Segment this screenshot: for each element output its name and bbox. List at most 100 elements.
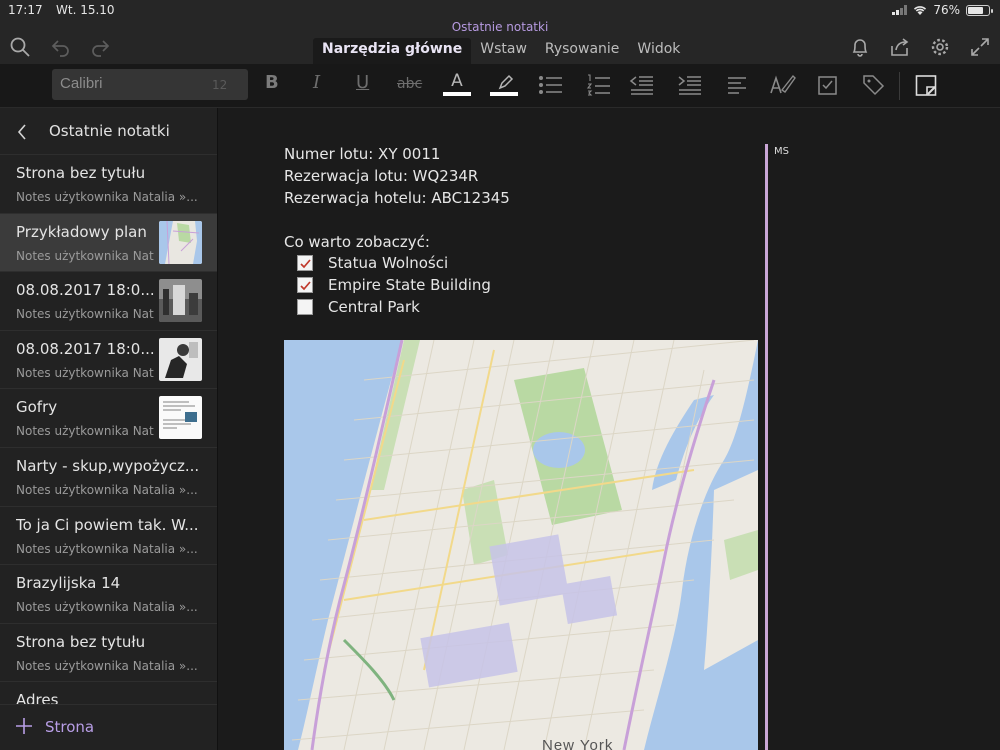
page-list-item[interactable]: 08.08.2017 18:0... Notes użytkownika Nat… [0, 331, 217, 390]
page-thumbnail-photo [159, 337, 202, 381]
todo-label: Central Park [328, 298, 420, 316]
sidebar-header: Ostatnie notatki [0, 108, 217, 155]
map-graphic [284, 340, 758, 750]
todo-item[interactable]: Empire State Building [297, 276, 491, 294]
undo-icon[interactable] [50, 36, 72, 58]
page-title: To ja Ci powiem tak. W... [16, 515, 199, 534]
gear-icon[interactable] [929, 36, 951, 58]
page-list-item[interactable]: Strona bez tytułu Notes użytkownika Nata… [0, 624, 217, 683]
todo-checkbox-checked[interactable] [297, 277, 313, 293]
page-thumbnail-document [159, 396, 202, 440]
todo-label: Empire State Building [328, 276, 491, 294]
page-notebook: Notes użytkownika Natalia »... [16, 541, 198, 556]
author-initials: MS [774, 146, 789, 157]
status-date: Wt. 15.10 [56, 3, 115, 17]
ribbon-tabs: Narzędzia główne Wstaw Rysowanie Widok [313, 38, 689, 64]
page-notebook: Notes użytkownika Natalia »... [16, 190, 198, 204]
battery-fill [968, 6, 984, 14]
tag-icon[interactable] [861, 72, 887, 98]
page-notebook: Notes użytkownika Natalia »... [16, 307, 154, 322]
wifi-icon [914, 5, 927, 15]
page-title: 08.08.2017 18:0... [16, 339, 154, 358]
map-city-label: New York [542, 737, 614, 750]
page-notebook: Notes użytkownika Natalia »... [16, 248, 154, 263]
share-icon[interactable] [889, 36, 911, 58]
pages-sidebar: Ostatnie notatki Strona bez tytułu Notes… [0, 108, 218, 750]
search-icon[interactable] [9, 36, 31, 58]
page-notebook: Notes użytkownika Natalia »... [16, 482, 198, 497]
page-list-item[interactable]: Narty - skup,wypożycz... Notes użytkowni… [0, 448, 217, 507]
todo-label: Statua Wolności [328, 254, 449, 272]
document-title: Ostatnie notatki [451, 20, 549, 34]
add-page-label: Strona [45, 718, 95, 736]
sticky-note-icon[interactable] [915, 72, 937, 98]
battery-icon [966, 4, 993, 16]
highlight-swatch [490, 92, 518, 96]
bold-button[interactable]: B [265, 72, 279, 98]
status-bar: 17:17 Wt. 15.10 76% [0, 0, 1000, 20]
font-color-swatch [443, 92, 471, 96]
outdent-icon[interactable] [629, 72, 655, 98]
highlighter-button[interactable] [490, 72, 518, 98]
font-color-glyph: A [451, 71, 463, 91]
todo-checkbox-unchecked[interactable] [297, 299, 313, 315]
status-right: 76% [892, 3, 993, 17]
page-notebook: Notes użytkownika Natalia »... [16, 658, 198, 673]
todo-checkbox-checked[interactable] [297, 255, 313, 271]
note-canvas[interactable]: Numer lotu: XY 0011 Rezerwacja lotu: WQ2… [219, 108, 1000, 750]
note-text-flight-number[interactable]: Numer lotu: XY 0011 [284, 145, 440, 163]
font-color-button[interactable]: A [443, 72, 471, 98]
italic-button[interactable]: I [313, 72, 320, 98]
status-time: 17:17 [8, 3, 43, 17]
page-list-item[interactable]: 08.08.2017 18:0... Notes użytkownika Nat… [0, 272, 217, 331]
page-notebook: Notes użytkownika Natalia »... [16, 424, 154, 439]
back-chevron-icon[interactable] [16, 123, 28, 141]
todo-item[interactable]: Statua Wolności [297, 254, 448, 272]
todo-checkbox-icon[interactable] [817, 72, 839, 98]
note-text-hotel-booking[interactable]: Rezerwacja hotelu: ABC12345 [284, 189, 510, 207]
page-thumbnail-map [159, 220, 202, 264]
map-image[interactable]: New York [284, 340, 758, 750]
redo-icon[interactable] [89, 36, 111, 58]
todo-item[interactable]: Central Park [297, 298, 420, 316]
plus-icon [16, 718, 32, 734]
page-notebook: Notes użytkownika Natalia »... [16, 365, 154, 380]
format-painter-icon[interactable] [769, 72, 797, 98]
toolbar-divider [899, 72, 900, 100]
indent-icon[interactable] [677, 72, 703, 98]
page-list-item[interactable]: To ja Ci powiem tak. W... Notes użytkown… [0, 507, 217, 566]
align-icon[interactable] [726, 72, 748, 98]
page-title: Przykładowy plan [16, 222, 147, 241]
font-size-field[interactable]: 12 [212, 78, 227, 92]
page-title: Strona bez tytułu [16, 632, 146, 651]
expand-icon[interactable] [969, 36, 991, 58]
page-title: 08.08.2017 18:0... [16, 281, 154, 300]
page-list-item[interactable]: Gofry Notes użytkownika Natalia »... [0, 389, 217, 448]
add-page-button[interactable]: Strona [0, 704, 217, 750]
formatting-toolbar: Calibri 12 B I U abc A [0, 64, 1000, 108]
page-list-item[interactable]: Brazylijska 14 Notes użytkownika Natalia… [0, 565, 217, 624]
highlighter-icon [498, 74, 514, 90]
page-title: Narty - skup,wypożycz... [16, 456, 200, 475]
sidebar-title: Ostatnie notatki [49, 122, 170, 140]
page-title: Gofry [16, 398, 58, 417]
bullet-list-icon[interactable] [538, 72, 564, 98]
tab-draw[interactable]: Rysowanie [536, 38, 629, 64]
page-title: Strona bez tytułu [16, 164, 146, 182]
tab-insert[interactable]: Wstaw [471, 38, 536, 64]
page-list-item-selected[interactable]: Przykładowy plan Notes użytkownika Natal… [0, 213, 217, 273]
tab-view[interactable]: Widok [628, 38, 689, 64]
page-thumbnail-photo [159, 279, 202, 323]
page-notebook: Notes użytkownika Natalia »... [16, 600, 198, 615]
strikethrough-button[interactable]: abc [397, 76, 422, 102]
battery-percent: 76% [933, 3, 960, 17]
signal-icon [892, 5, 908, 15]
bell-icon[interactable] [849, 36, 871, 58]
underline-button[interactable]: U [356, 72, 369, 98]
tab-home[interactable]: Narzędzia główne [313, 38, 472, 64]
page-list-item[interactable]: Strona bez tytułu Notes użytkownika Nata… [0, 155, 217, 214]
title-bar: Ostatnie notatki Narzędzia główne Wstaw … [0, 20, 1000, 64]
numbered-list-icon[interactable] [586, 72, 612, 98]
note-text-flight-booking[interactable]: Rezerwacja lotu: WQ234R [284, 167, 478, 185]
note-heading-sights[interactable]: Co warto zobaczyć: [284, 233, 430, 251]
